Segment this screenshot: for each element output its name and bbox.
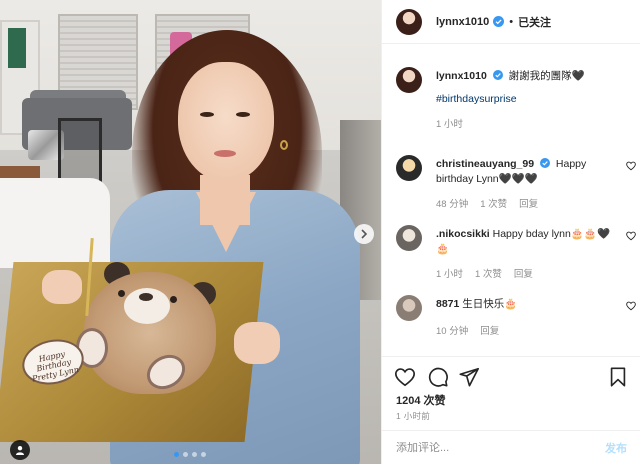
caption-text: 謝謝我的團隊🖤 — [508, 70, 585, 82]
caption-time[interactable]: 1 小时 — [436, 117, 463, 132]
carousel-indicator — [174, 452, 206, 457]
comment-meta: 1 小时 1 次赞 回复 — [436, 267, 616, 282]
comments-list: lynnx1010 謝謝我的團隊🖤 #birthdaysurprise 1 小时… — [382, 45, 640, 355]
comment-username[interactable]: 8871 — [436, 298, 459, 310]
separator: • — [509, 15, 514, 28]
bear-nose — [139, 293, 153, 301]
hand — [42, 270, 82, 304]
verified-badge-icon — [493, 16, 505, 27]
heart-icon[interactable] — [626, 161, 636, 171]
woman-lips — [214, 150, 236, 157]
woman-eye — [200, 112, 214, 117]
comment-body: .nikocsikki Happy bday lynn🎂🎂🖤🎂 1 小时 1 次… — [436, 227, 616, 282]
door-sign — [8, 28, 26, 68]
bear-eye — [170, 296, 177, 303]
chevron-right-icon — [361, 229, 368, 239]
reply-button[interactable]: 回复 — [480, 324, 499, 339]
comment-text: 生日快乐🎂 — [462, 298, 518, 310]
like-count[interactable]: 1204 次赞 — [396, 392, 446, 408]
comment-username[interactable]: .nikocsikki — [436, 228, 490, 240]
woman-face — [178, 62, 274, 182]
verified-badge-icon — [492, 70, 503, 80]
avatar[interactable] — [396, 155, 422, 181]
comment-time[interactable]: 48 分钟 — [436, 197, 468, 212]
post-actions — [382, 356, 640, 392]
comment-body: 8871 生日快乐🎂 10 分钟 回复 — [436, 297, 616, 339]
woman-eye — [236, 112, 250, 117]
verified-badge-icon — [539, 158, 550, 168]
comment-likes[interactable]: 1 次赞 — [475, 267, 502, 282]
hashtag-link[interactable]: #birthdaysurprise — [436, 92, 616, 107]
post-photo[interactable]: Happy Birthday Pretty Lynn — [0, 0, 381, 464]
carousel-dot — [192, 452, 197, 457]
carousel-dot — [183, 452, 188, 457]
caption-meta: 1 小时 — [436, 117, 616, 132]
tagged-users-button[interactable] — [10, 440, 30, 460]
bear-eye — [118, 290, 125, 297]
comment-body: christineauyang_99 Happy birthday Lynn🖤🖤… — [436, 157, 616, 212]
comment-input[interactable] — [396, 441, 605, 454]
next-photo-button[interactable] — [354, 224, 374, 244]
carousel-dot — [174, 452, 179, 457]
avatar[interactable] — [396, 8, 422, 35]
bookmark-icon[interactable] — [607, 366, 629, 388]
reply-button[interactable]: 回复 — [519, 197, 538, 212]
post-side-panel: lynnx1010 • 已关注 lynnx1010 謝謝我的團隊🖤 #birth… — [381, 0, 640, 464]
comment-bubble-icon[interactable] — [427, 366, 449, 388]
caption-username[interactable]: lynnx1010 — [436, 70, 487, 82]
cyclorama — [0, 178, 110, 268]
comment-time[interactable]: 1 小时 — [436, 267, 463, 282]
like-heart-icon[interactable] — [394, 366, 416, 388]
post-comment-button[interactable]: 发布 — [605, 440, 627, 456]
comment-time[interactable]: 10 分钟 — [436, 324, 468, 339]
post-header: lynnx1010 • 已关注 — [382, 0, 640, 44]
comment-meta: 48 分钟 1 次赞 回复 — [436, 197, 616, 212]
hand — [234, 322, 280, 364]
author-username[interactable]: lynnx1010 — [436, 16, 489, 28]
avatar[interactable] — [396, 295, 422, 321]
comment-likes[interactable]: 1 次赞 — [480, 197, 507, 212]
add-comment-bar: 发布 — [382, 430, 640, 464]
avatar[interactable] — [396, 67, 422, 93]
share-send-icon[interactable] — [458, 366, 480, 388]
user-icon — [16, 446, 24, 455]
comment-meta: 10 分钟 回复 — [436, 324, 616, 339]
avatar[interactable] — [396, 225, 422, 251]
reply-button[interactable]: 回复 — [514, 267, 533, 282]
carousel-dot — [201, 452, 206, 457]
comment-username[interactable]: christineauyang_99 — [436, 158, 534, 170]
earring — [280, 140, 288, 150]
heart-icon[interactable] — [626, 231, 636, 241]
follow-status-button[interactable]: 已关注 — [518, 14, 551, 30]
caption-body: lynnx1010 謝謝我的團隊🖤 #birthdaysurprise 1 小时 — [436, 69, 616, 132]
post-time[interactable]: 1 小时前 — [396, 410, 430, 422]
heart-icon[interactable] — [626, 301, 636, 311]
